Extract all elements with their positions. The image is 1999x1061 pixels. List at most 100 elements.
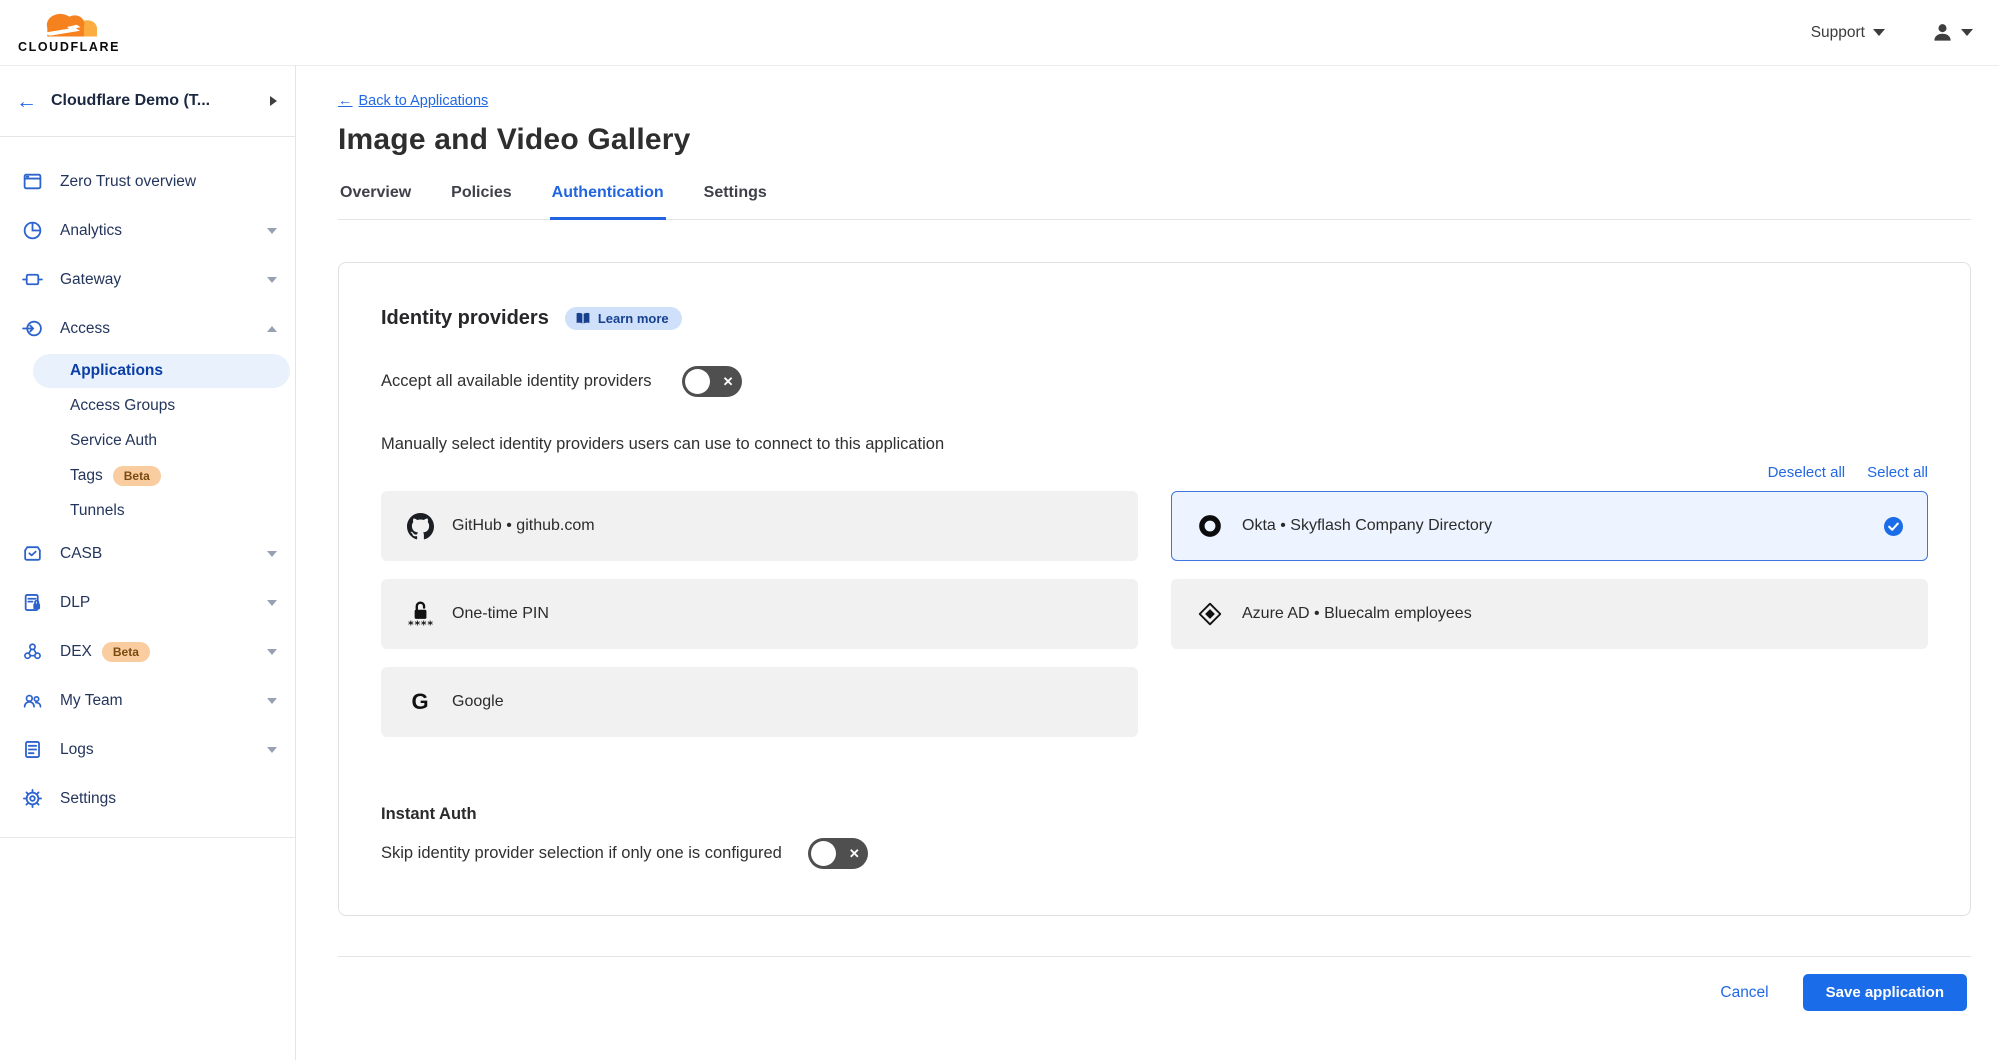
sidebar-divider <box>0 837 295 838</box>
svg-text:****: **** <box>408 618 433 629</box>
back-link-label: Back to Applications <box>359 93 489 109</box>
one-time-pin-icon: **** <box>406 599 434 629</box>
save-application-button[interactable]: Save application <box>1803 974 1967 1011</box>
beta-badge: Beta <box>113 466 161 486</box>
manual-select-label: Manually select identity providers users… <box>381 435 1928 454</box>
sidebar-item-access[interactable]: Access <box>0 304 295 353</box>
cloudflare-logo[interactable]: CLOUDFLARE <box>14 12 120 54</box>
provider-card-google[interactable]: G Google <box>381 667 1138 737</box>
support-menu[interactable]: Support <box>1811 24 1885 42</box>
cloudflare-cloud-icon <box>38 12 100 39</box>
back-to-applications-link[interactable]: ← Back to Applications <box>338 93 488 109</box>
provider-name: Google <box>452 693 1113 711</box>
document-lock-icon <box>22 592 43 613</box>
sidebar-item-label: Zero Trust overview <box>60 173 277 191</box>
beta-badge: Beta <box>102 642 150 662</box>
casb-icon <box>22 543 43 564</box>
tab-authentication[interactable]: Authentication <box>550 184 666 220</box>
chevron-down-icon <box>267 600 277 606</box>
sidebar-item-tags[interactable]: Tags Beta <box>0 459 295 493</box>
sidebar-item-my-team[interactable]: My Team <box>0 676 295 725</box>
tab-policies[interactable]: Policies <box>449 184 513 219</box>
sidebar-item-label: My Team <box>60 692 250 710</box>
chevron-down-icon <box>267 551 277 557</box>
toggle-knob <box>811 841 836 866</box>
deselect-all-link[interactable]: Deselect all <box>1768 464 1846 481</box>
instant-auth-heading: Instant Auth <box>381 805 1928 824</box>
chevron-down-icon <box>267 649 277 655</box>
azure-ad-icon <box>1196 601 1224 627</box>
sidebar-item-label: Access <box>60 320 250 338</box>
sidebar-item-logs[interactable]: Logs <box>0 725 295 774</box>
chevron-down-icon <box>267 228 277 234</box>
identity-providers-card: Identity providers Learn more Accept all… <box>338 262 1971 916</box>
person-icon <box>1931 21 1954 44</box>
chevron-down-icon <box>267 277 277 283</box>
github-icon <box>406 513 434 540</box>
team-icon <box>22 690 43 711</box>
instant-auth-label: Skip identity provider selection if only… <box>381 844 782 863</box>
tab-bar: Overview Policies Authentication Setting… <box>338 184 1971 220</box>
sidebar-item-service-auth[interactable]: Service Auth <box>0 424 295 458</box>
sidebar-item-casb[interactable]: CASB <box>0 529 295 578</box>
identity-providers-heading: Identity providers <box>381 307 549 330</box>
provider-card-one-time-pin[interactable]: **** One-time PIN <box>381 579 1138 649</box>
footer-actions: Cancel Save application <box>338 957 1971 1011</box>
instant-auth-toggle[interactable]: ✕ <box>808 838 868 869</box>
sidebar-item-label: Settings <box>60 790 277 808</box>
page-title: Image and Video Gallery <box>338 123 1971 157</box>
chevron-down-icon <box>1961 29 1973 36</box>
chevron-up-icon <box>267 326 277 332</box>
account-switcher: ← Cloudflare Demo (T... <box>0 66 295 137</box>
accept-all-toggle[interactable]: ✕ <box>682 366 742 397</box>
cloudflare-brand-text: CLOUDFLARE <box>18 40 120 54</box>
sidebar-item-dex[interactable]: DEXBeta <box>0 627 295 676</box>
tab-overview[interactable]: Overview <box>338 184 413 219</box>
sidebar-item-dlp[interactable]: DLP <box>0 578 295 627</box>
network-nodes-icon <box>22 641 43 662</box>
provider-grid: GitHub • github.com Okta • Skyflash Comp… <box>381 491 1928 737</box>
sidebar-item-settings[interactable]: Settings <box>0 774 295 823</box>
sidebar-item-applications[interactable]: Applications <box>33 354 290 388</box>
topbar: CLOUDFLARE Support <box>0 0 1999 66</box>
provider-card-okta[interactable]: Okta • Skyflash Company Directory <box>1171 491 1928 561</box>
provider-card-azure-ad[interactable]: Azure AD • Bluecalm employees <box>1171 579 1928 649</box>
back-arrow-icon[interactable]: ← <box>16 91 37 112</box>
toggle-knob <box>685 369 710 394</box>
chevron-down-icon <box>1873 29 1885 36</box>
cancel-button[interactable]: Cancel <box>1720 984 1768 1002</box>
select-all-link[interactable]: Select all <box>1867 464 1928 481</box>
sidebar-item-analytics[interactable]: Analytics <box>0 206 295 255</box>
sidebar-item-tunnels[interactable]: Tunnels <box>0 494 295 528</box>
pie-chart-icon <box>22 220 43 241</box>
sidebar-item-label: Gateway <box>60 271 250 289</box>
okta-icon <box>1196 513 1224 539</box>
expand-right-icon[interactable] <box>270 96 277 106</box>
account-name[interactable]: Cloudflare Demo (T... <box>51 92 256 110</box>
selected-check-icon <box>1884 517 1903 536</box>
provider-name: GitHub • github.com <box>452 517 1113 535</box>
learn-more-button[interactable]: Learn more <box>565 307 682 330</box>
gateway-icon <box>22 269 43 290</box>
user-menu[interactable] <box>1931 21 1973 44</box>
book-icon <box>575 312 591 325</box>
main-content: ← Back to Applications Image and Video G… <box>296 66 1999 1060</box>
google-icon: G <box>406 689 434 715</box>
chevron-down-icon <box>267 747 277 753</box>
tab-settings[interactable]: Settings <box>702 184 769 219</box>
logs-icon <box>22 739 43 760</box>
accept-all-label: Accept all available identity providers <box>381 372 652 391</box>
sidebar-item-access-groups[interactable]: Access Groups <box>0 389 295 423</box>
sidebar-item-gateway[interactable]: Gateway <box>0 255 295 304</box>
gear-icon <box>22 788 43 809</box>
provider-card-github[interactable]: GitHub • github.com <box>381 491 1138 561</box>
sidebar-item-label: DLP <box>60 594 250 612</box>
sidebar-item-zero-trust-overview[interactable]: Zero Trust overview <box>0 157 295 206</box>
sidebar-item-label: DEXBeta <box>60 643 250 661</box>
toggle-off-icon: ✕ <box>849 846 860 862</box>
chevron-down-icon <box>267 698 277 704</box>
provider-name: Okta • Skyflash Company Directory <box>1242 517 1866 535</box>
sidebar-item-label: Analytics <box>60 222 250 240</box>
sidebar-item-label: CASB <box>60 545 250 563</box>
access-icon <box>22 318 43 339</box>
